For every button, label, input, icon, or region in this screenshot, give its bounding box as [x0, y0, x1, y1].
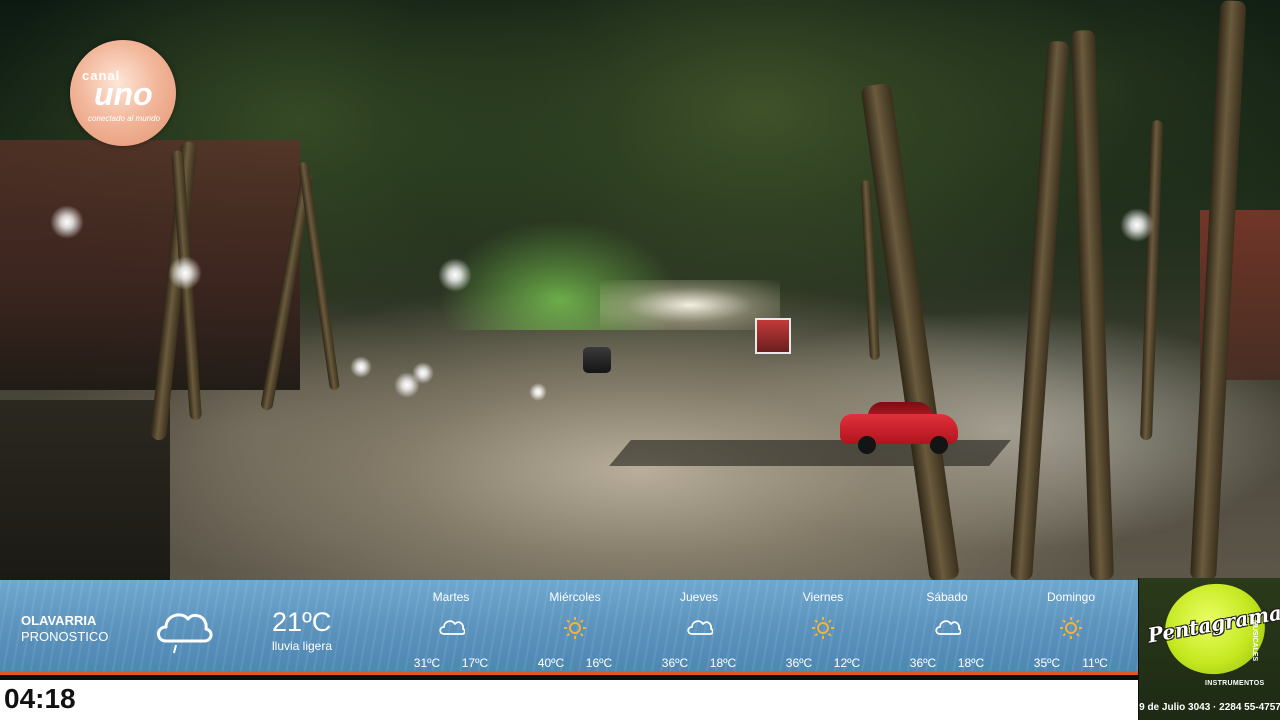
street-lamp: [1120, 208, 1154, 242]
channel-logo-brand: uno: [94, 76, 153, 112]
forecast-max-temp: 31ºC: [413, 656, 441, 670]
forecast-max-temp: 36ºC: [785, 656, 813, 670]
red-kiosk: [755, 318, 791, 354]
street-lamp: [438, 258, 472, 292]
forecast-label: PRONOSTICO: [21, 629, 109, 644]
sun-icon: [809, 616, 837, 640]
cloud-rain-icon: [152, 603, 214, 660]
clock-time: 04:18: [4, 683, 76, 714]
channel-logo-tagline: conectado al mundo: [87, 114, 161, 123]
bottom-ticker-bar: 04:18: [0, 680, 1138, 720]
sponsor-logo: Pentagrama MUSICALES INSTRUMENTOS 9 de J…: [1138, 576, 1280, 720]
forecast-day-name: Domingo: [1046, 590, 1096, 604]
car-wheel: [858, 436, 876, 454]
weather-location: OLAVARRIA PRONOSTICO: [21, 613, 108, 645]
forecast-max-temp: 36ºC: [661, 656, 689, 670]
building-left: [0, 140, 300, 390]
cloud-icon: [933, 616, 962, 640]
forecast-day: Viernes 36ºC 12ºC: [761, 580, 885, 675]
garden-light: [529, 383, 547, 401]
forecast-day: Jueves 36ºC 18ºC: [637, 580, 761, 675]
forecast-min-temp: 11ºC: [1082, 656, 1108, 670]
sponsor-side-text: MUSICALES: [1251, 620, 1258, 662]
garden-light: [350, 356, 372, 378]
forecast-min-temp: 18ºC: [957, 656, 985, 670]
sponsor-subtitle: INSTRUMENTOS: [1205, 680, 1265, 687]
street-lamp: [168, 256, 202, 290]
parked-car-red: [840, 402, 958, 454]
forecast-day-name: Sábado: [926, 590, 968, 604]
forecast-max-temp: 36ºC: [909, 656, 937, 670]
city-name: OLAVARRIA: [21, 613, 97, 628]
cloud-icon: [437, 616, 466, 640]
distant-lights: [600, 280, 780, 330]
channel-logo: canal uno conectado al mundo: [70, 40, 176, 146]
forecast-day-name: Viernes: [802, 590, 844, 604]
forecast-min-temp: 12ºC: [833, 656, 861, 670]
sun-icon: [1057, 616, 1085, 640]
forecast-day-name: Miércoles: [549, 590, 601, 604]
current-condition: lluvia ligera: [272, 639, 333, 653]
forecast-day: Sábado 36ºC 18ºC: [885, 580, 1009, 675]
sun-icon: [561, 616, 589, 640]
parked-car-dark: [583, 347, 611, 373]
forecast-max-temp: 40ºC: [537, 656, 565, 670]
forecast-day: Domingo 35ºC 11ºC: [1009, 580, 1133, 675]
street-lamp: [50, 205, 84, 239]
car-wheel: [930, 436, 948, 454]
sponsor-address: 9 de Julio 3043 · 2284 55-4757: [1139, 702, 1280, 713]
forecast-max-temp: 35ºC: [1033, 656, 1061, 670]
camera-feed: [0, 0, 1280, 580]
stone-wall: [0, 400, 170, 580]
forecast-day: Martes 31ºC 17ºC: [389, 580, 513, 675]
cloud-icon: [685, 616, 714, 640]
garden-light: [412, 362, 434, 384]
forecast-day: Miércoles 40ºC 16ºC: [513, 580, 637, 675]
forecast-day-name: Jueves: [679, 590, 719, 604]
forecast-day-name: Martes: [432, 590, 470, 604]
forecast-min-temp: 16ºC: [585, 656, 613, 670]
forecast-min-temp: 17ºC: [461, 656, 489, 670]
forecast-min-temp: 18ºC: [709, 656, 737, 670]
current-temperature: 21ºC: [272, 607, 332, 637]
